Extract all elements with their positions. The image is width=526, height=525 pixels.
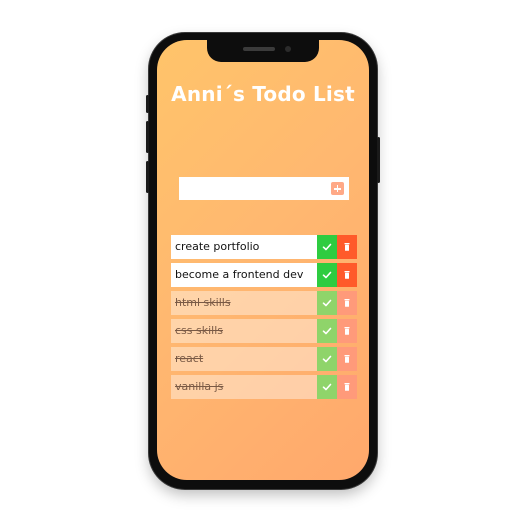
complete-todo-button[interactable]	[317, 235, 337, 259]
phone-volume-up-button	[146, 121, 149, 153]
check-icon	[322, 243, 332, 251]
phone-volume-down-button	[146, 161, 149, 193]
todo-item: react	[171, 347, 357, 371]
todo-item: html skills	[171, 291, 357, 315]
delete-todo-button[interactable]	[337, 375, 357, 399]
complete-todo-button[interactable]	[317, 347, 337, 371]
complete-todo-button[interactable]	[317, 375, 337, 399]
check-icon	[322, 327, 332, 335]
check-icon	[322, 271, 332, 279]
todo-input-row	[179, 177, 349, 200]
todo-list: create portfolio become a frontend dev htm…	[171, 235, 357, 403]
trash-icon	[344, 383, 350, 391]
phone-screen: Anni´s Todo List create portfolio become …	[157, 40, 369, 480]
todo-item-text: react	[171, 347, 317, 371]
phone-frame: Anni´s Todo List create portfolio become …	[146, 33, 380, 489]
delete-todo-button[interactable]	[337, 347, 357, 371]
delete-todo-button[interactable]	[337, 319, 357, 343]
complete-todo-button[interactable]	[317, 319, 337, 343]
trash-icon	[344, 327, 350, 335]
trash-icon	[344, 355, 350, 363]
phone-power-button	[377, 137, 380, 183]
delete-todo-button[interactable]	[337, 235, 357, 259]
phone-notch	[207, 40, 319, 62]
delete-todo-button[interactable]	[337, 263, 357, 287]
todo-input[interactable]	[179, 177, 327, 200]
speaker-icon	[243, 47, 275, 51]
check-icon	[322, 355, 332, 363]
todo-item: become a frontend dev	[171, 263, 357, 287]
check-icon	[322, 299, 332, 307]
trash-icon	[344, 271, 350, 279]
check-icon	[322, 383, 332, 391]
add-todo-button[interactable]	[331, 182, 344, 195]
todo-item: css skills	[171, 319, 357, 343]
phone-side-button	[146, 95, 149, 113]
todo-item: create portfolio	[171, 235, 357, 259]
todo-item-text: create portfolio	[171, 235, 317, 259]
page-title: Anni´s Todo List	[171, 82, 355, 106]
trash-icon	[344, 243, 350, 251]
todo-item-text: vanilla js	[171, 375, 317, 399]
todo-item-text: css skills	[171, 319, 317, 343]
delete-todo-button[interactable]	[337, 291, 357, 315]
complete-todo-button[interactable]	[317, 291, 337, 315]
todo-item-text: become a frontend dev	[171, 263, 317, 287]
trash-icon	[344, 299, 350, 307]
todo-item-text: html skills	[171, 291, 317, 315]
todo-item: vanilla js	[171, 375, 357, 399]
complete-todo-button[interactable]	[317, 263, 337, 287]
camera-icon	[285, 46, 291, 52]
